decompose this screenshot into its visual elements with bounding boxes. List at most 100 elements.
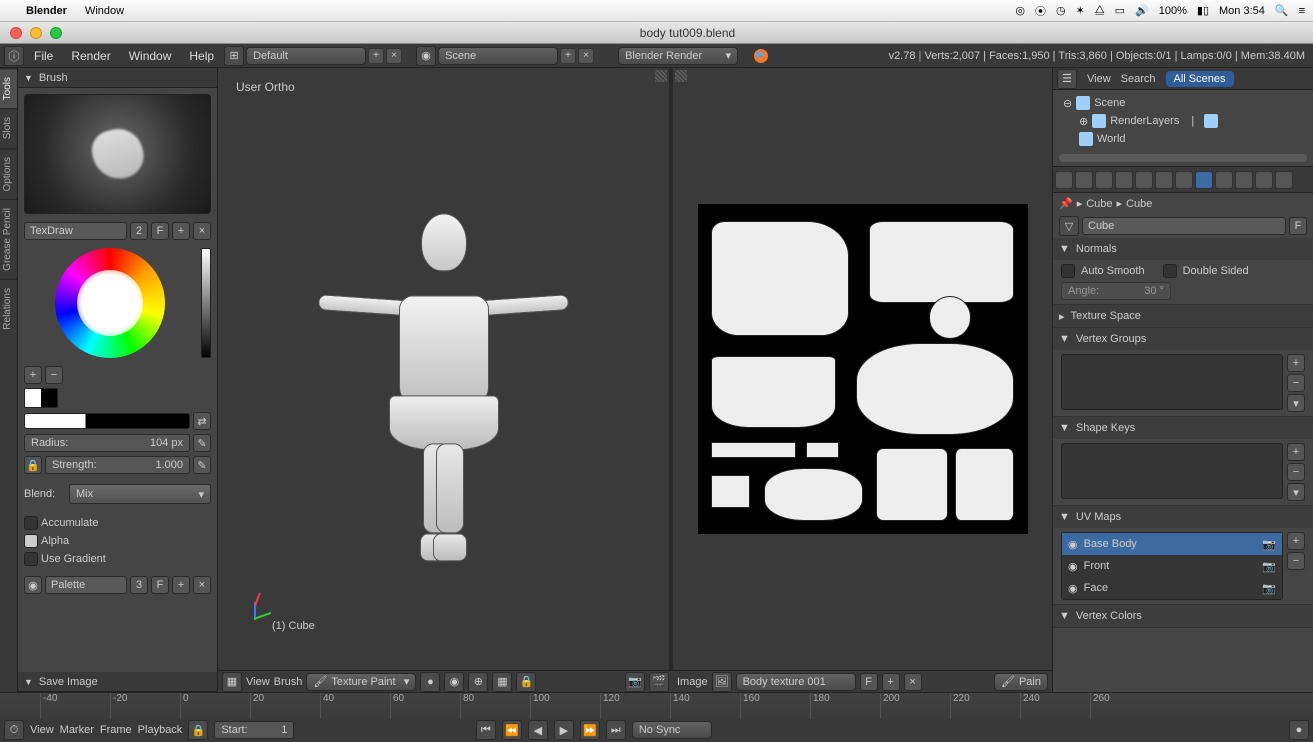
scene-add-button[interactable]: + (560, 48, 576, 64)
expand-icon[interactable]: ⊖ (1063, 97, 1072, 110)
swap-colors-button[interactable]: + (24, 366, 42, 384)
mesh-data-icon[interactable]: ▽ (1059, 216, 1079, 236)
jump-end-icon[interactable]: ⏭ (606, 720, 626, 740)
radius-pressure-button[interactable]: ✎ (193, 434, 211, 452)
angle-field[interactable]: Angle:30 ° (1061, 282, 1171, 300)
context-material-icon[interactable] (1215, 171, 1233, 189)
pivot-icon[interactable]: ◉ (444, 672, 464, 692)
macos-app-name[interactable]: Blender (26, 5, 67, 17)
clapper-icon[interactable]: 🎬 (649, 672, 669, 692)
keyframe-prev-icon[interactable]: ⏪ (502, 720, 522, 740)
star-icon[interactable]: ✶ (1076, 4, 1085, 17)
screen-layout-icon[interactable]: ⊞ (224, 46, 244, 66)
brush-add-button[interactable]: + (172, 222, 190, 240)
image-fake-user[interactable]: F (860, 673, 878, 691)
uv-viewport[interactable] (673, 68, 1052, 670)
uvmap-row-base-body[interactable]: ◉Base Body📷 (1062, 533, 1282, 555)
texture-space-header[interactable]: ▸Texture Space (1053, 305, 1313, 327)
timeline-menu-marker[interactable]: Marker (60, 724, 94, 736)
spotlight-icon[interactable]: 🔍 (1275, 4, 1289, 17)
vgroup-remove-button[interactable]: − (1287, 374, 1305, 392)
outliner-scrollbar[interactable] (1059, 154, 1307, 162)
outliner-world[interactable]: World (1097, 133, 1126, 145)
screen-record-icon[interactable]: ⦿ (1035, 3, 1046, 19)
outliner-menu-search[interactable]: Search (1121, 73, 1156, 85)
editor-type-timeline-icon[interactable]: ⏱ (4, 720, 24, 740)
range-lock-icon[interactable]: 🔒 (188, 720, 208, 740)
outliner-menu-view[interactable]: View (1087, 73, 1111, 85)
brush-panel-header[interactable]: ▼ Brush (18, 68, 217, 88)
context-particles-icon[interactable] (1255, 171, 1273, 189)
snapshot-icon[interactable]: 📷 (625, 672, 645, 692)
context-render-icon[interactable] (1055, 171, 1073, 189)
brush-name-field[interactable]: TexDraw (24, 222, 127, 240)
uv-maps-list[interactable]: ◉Base Body📷 ◉Front📷 ◉Face📷 (1061, 532, 1283, 600)
mesh-fake-user[interactable]: F (1289, 217, 1307, 235)
crumb-object[interactable]: Cube (1086, 198, 1112, 210)
vgroup-specials-button[interactable]: ▾ (1287, 394, 1305, 412)
palette-icon[interactable]: ◉ (24, 576, 42, 594)
start-frame-field[interactable]: Start:1 (214, 721, 294, 739)
palette-fake[interactable]: F (151, 576, 169, 594)
zoom-window-button[interactable] (50, 27, 62, 39)
editor-type-3dview-icon[interactable]: ▦ (222, 672, 242, 692)
volume-icon[interactable]: 🔊 (1135, 4, 1149, 17)
palette-add-button[interactable]: + (172, 576, 190, 594)
tab-options[interactable]: Options (0, 148, 17, 199)
3dview-menu-view[interactable]: View (246, 676, 270, 688)
menu-extras-icon[interactable]: ≡ (1299, 5, 1305, 17)
shapekey-remove-button[interactable]: − (1287, 463, 1305, 481)
menu-file[interactable]: File (26, 49, 61, 63)
timeline-menu-view[interactable]: View (30, 724, 54, 736)
sync-mode-dropdown[interactable]: No Sync (632, 721, 712, 739)
menu-window[interactable]: Window (121, 49, 180, 63)
timeline-menu-playback[interactable]: Playback (138, 724, 183, 736)
auto-smooth-checkbox[interactable] (1061, 264, 1075, 278)
clock-icon[interactable]: ◷ (1056, 4, 1066, 17)
palette-users[interactable]: 3 (130, 576, 148, 594)
wifi-icon[interactable]: ⧋ (1095, 4, 1105, 17)
macos-menu-window[interactable]: Window (85, 5, 124, 17)
normals-header[interactable]: ▼Normals (1053, 238, 1313, 260)
blend-mode-dropdown[interactable]: Mix▾ (69, 484, 211, 504)
jump-start-icon[interactable]: ⏮ (476, 720, 496, 740)
use-gradient-checkbox[interactable] (24, 552, 38, 566)
editor-type-info-icon[interactable]: ⓘ (4, 46, 24, 66)
palette-field[interactable]: Palette (45, 576, 127, 594)
shape-keys-header[interactable]: ▼Shape Keys (1053, 417, 1313, 439)
context-scene-icon[interactable] (1095, 171, 1113, 189)
image-browse-icon[interactable]: 🖼 (712, 672, 732, 692)
context-texture-icon[interactable] (1235, 171, 1253, 189)
image-add-button[interactable]: + (882, 673, 900, 691)
lock-camera-icon[interactable]: 🔒 (516, 672, 536, 692)
camera-icon[interactable]: 📷 (1262, 582, 1276, 595)
double-sided-checkbox[interactable] (1163, 264, 1177, 278)
adobe-cc-icon[interactable]: ◎ (1015, 4, 1025, 17)
outliner-filter-dropdown[interactable]: All Scenes (1166, 71, 1234, 87)
context-constraints-icon[interactable] (1155, 171, 1173, 189)
image-unlink-button[interactable]: × (904, 673, 922, 691)
context-object-icon[interactable] (1135, 171, 1153, 189)
uv-menu-image[interactable]: Image (677, 676, 708, 688)
uv-maps-header[interactable]: ▼UV Maps (1053, 506, 1313, 528)
battery-icon[interactable]: ▮▯ (1197, 4, 1209, 17)
brush-users[interactable]: 2 (130, 222, 148, 240)
context-renderlayers-icon[interactable] (1075, 171, 1093, 189)
camera-icon[interactable]: 📷 (1262, 560, 1276, 573)
radius-field[interactable]: Radius:104 px (24, 434, 190, 452)
autokey-icon[interactable]: ● (1289, 720, 1309, 740)
brush-remove-button[interactable]: × (193, 222, 211, 240)
image-name-field[interactable]: Body texture 001 (736, 673, 856, 691)
tab-slots[interactable]: Slots (0, 108, 17, 147)
play-reverse-icon[interactable]: ◀ (528, 720, 548, 740)
uvmap-remove-button[interactable]: − (1287, 552, 1305, 570)
area-split-corner[interactable] (655, 70, 667, 82)
layout-preset-dropdown[interactable]: Default (246, 47, 366, 65)
manipulator-icon[interactable]: ⊕ (468, 672, 488, 692)
shading-sphere-icon[interactable]: ● (420, 672, 440, 692)
brush-fake-user[interactable]: F (151, 222, 169, 240)
play-icon[interactable]: ▶ (554, 720, 574, 740)
minus-button[interactable]: − (45, 366, 63, 384)
crumb-data[interactable]: Cube (1126, 198, 1152, 210)
shapekey-specials-button[interactable]: ▾ (1287, 483, 1305, 501)
